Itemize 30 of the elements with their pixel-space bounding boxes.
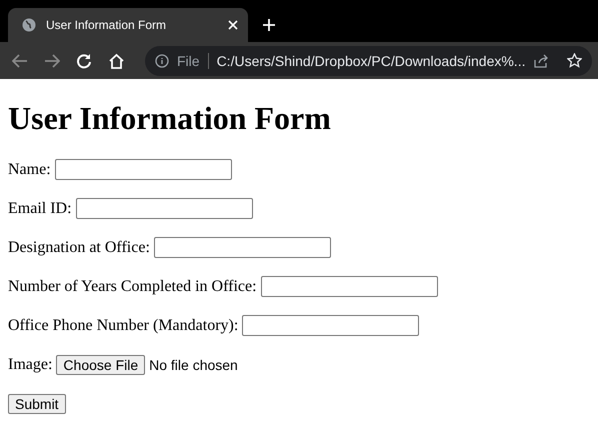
close-icon[interactable] (228, 20, 238, 30)
field-label: Designation at Office: (8, 238, 150, 256)
text-field[interactable] (54, 159, 232, 180)
field-label: Office Phone Number (Mandatory): (8, 316, 238, 334)
field-label: Email ID: (8, 200, 72, 218)
text-field[interactable] (154, 237, 331, 258)
text-field[interactable] (76, 198, 253, 219)
info-icon (155, 54, 169, 68)
address-scheme: File (177, 52, 209, 68)
field-label: Name: (8, 160, 51, 178)
file-status: No file chosen (149, 356, 238, 372)
address-bar[interactable]: File C:/Users/Shind/Dropbox/PC/Downloads/index%... (145, 46, 592, 76)
star-icon[interactable] (567, 53, 582, 68)
submit-button[interactable]: Submit (8, 394, 66, 414)
reload-icon[interactable] (76, 52, 92, 68)
text-field[interactable] (242, 315, 420, 336)
back-arrow-icon[interactable] (12, 54, 28, 68)
field-label: Image: (8, 356, 52, 374)
address-url: C:/Users/Shind/Dropbox/PC/Downloads/index%... (216, 52, 526, 68)
form-heading: User Information Form (8, 100, 331, 137)
text-field[interactable] (260, 276, 438, 297)
globe-icon (22, 18, 36, 32)
home-icon[interactable] (108, 52, 125, 68)
plus-icon[interactable] (262, 18, 276, 32)
browser-tab[interactable]: User Information Form (8, 8, 248, 42)
forward-arrow-icon[interactable] (44, 54, 60, 68)
choose-file-button[interactable]: Choose File (56, 354, 146, 374)
field-label: Number of Years Completed in Office: (8, 278, 257, 296)
tab-title: User Information Form (46, 18, 168, 32)
share-icon[interactable] (534, 54, 549, 68)
